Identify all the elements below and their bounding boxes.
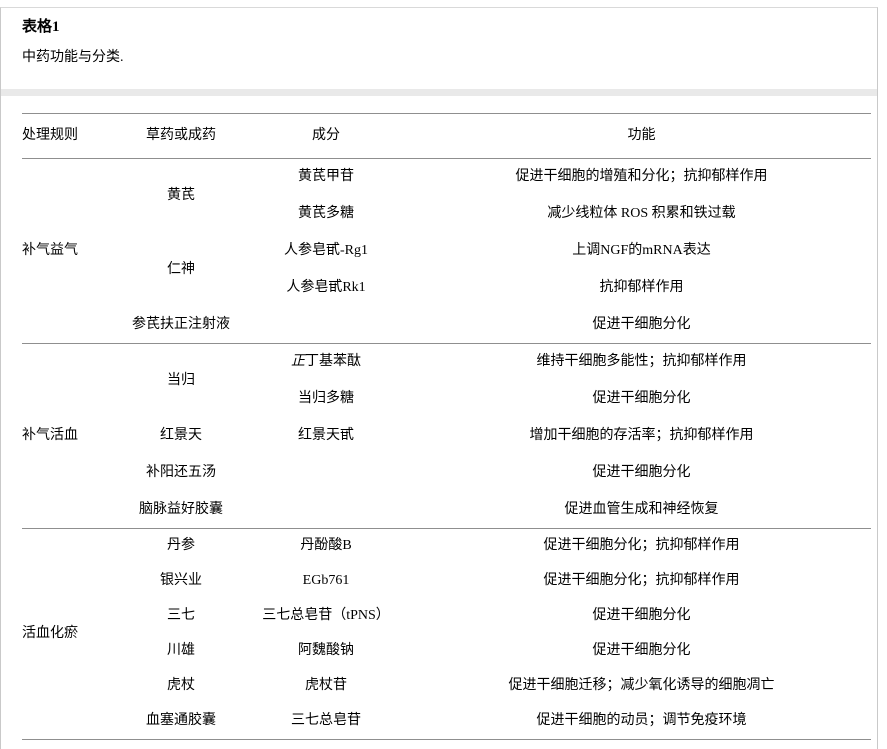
col-header-rule: 处理规则 (22, 114, 122, 159)
herb-cell: 补阳还五汤 (122, 455, 240, 492)
function-cell: 促进干细胞分化；抗抑郁样作用 (412, 564, 871, 599)
table-row: 三七 三七总皂苷（tPNS） 促进干细胞分化 (22, 599, 871, 634)
rule-cell: 补气益气 (22, 159, 122, 344)
function-cell: 促进干细胞迁移；减少氧化诱导的细胞凋亡 (412, 669, 871, 704)
component-cell: 黄芪甲苷 (240, 159, 412, 196)
component-cell: 人参皂甙-Rg1 (240, 233, 412, 270)
herb-cell: 虎杖 (122, 669, 240, 704)
function-cell: 促进干细胞的动员；调节免疫环境 (412, 704, 871, 739)
function-cell: 促进干细胞分化 (412, 381, 871, 418)
section-divider-band (1, 89, 877, 96)
herb-cell: 三七 (122, 599, 240, 634)
function-cell: 上调NGF的mRNA表达 (412, 233, 871, 270)
herb-cell: 仁神 (122, 233, 240, 307)
component-cell: 三七总皂苷（tPNS） (240, 599, 412, 634)
herb-cell: 银兴业 (122, 564, 240, 599)
component-cell: 红景天甙 (240, 418, 412, 455)
component-italic-prefix: 正 (291, 354, 305, 369)
function-cell: 促进血管生成和神经恢复 (412, 492, 871, 529)
table-row: 补气活血 当归 正丁基苯酞 维持干细胞多能性；抗抑郁样作用 (22, 344, 871, 381)
component-text: 丁基苯酞 (305, 354, 361, 369)
rule-cell: 补气活血 (22, 344, 122, 529)
component-cell: 黄芪多糖 (240, 196, 412, 233)
herb-cell: 黄芪 (122, 159, 240, 233)
component-cell (240, 492, 412, 529)
table-row: 补气益气 黄芪 黄芪甲苷 促进干细胞的增殖和分化；抗抑郁样作用 (22, 159, 871, 196)
component-cell (240, 455, 412, 492)
component-cell: EGb761 (240, 564, 412, 599)
table-row: 川雄 阿魏酸钠 促进干细胞分化 (22, 634, 871, 669)
herb-cell: 脑脉益好胶囊 (122, 492, 240, 529)
component-cell: 阿魏酸钠 (240, 634, 412, 669)
table-row: 血塞通胶囊 三七总皂苷 促进干细胞的动员；调节免疫环境 (22, 704, 871, 739)
component-cell: 人参皂甙Rk1 (240, 270, 412, 307)
component-cell: 正丁基苯酞 (240, 344, 412, 381)
function-cell: 促进干细胞分化 (412, 307, 871, 344)
herb-cell: 川雄 (122, 634, 240, 669)
component-cell: 当归多糖 (240, 381, 412, 418)
table-row: 脑脉益好胶囊 促进血管生成和神经恢复 (22, 492, 871, 529)
col-header-function: 功能 (412, 114, 871, 159)
component-cell (240, 307, 412, 344)
table-row: 参芪扶正注射液 促进干细胞分化 (22, 307, 871, 344)
herb-cell: 红景天 (122, 418, 240, 455)
function-cell: 促进干细胞分化 (412, 455, 871, 492)
function-cell: 促进干细胞的增殖和分化；抗抑郁样作用 (412, 159, 871, 196)
herb-cell: 丹参 (122, 529, 240, 564)
function-cell: 促进干细胞分化 (412, 599, 871, 634)
table-row: 银兴业 EGb761 促进干细胞分化；抗抑郁样作用 (22, 564, 871, 599)
table-row: 仁神 人参皂甙-Rg1 上调NGF的mRNA表达 (22, 233, 871, 270)
function-cell: 促进干细胞分化；抗抑郁样作用 (412, 529, 871, 564)
function-cell: 减少线粒体 ROS 积累和铁过载 (412, 196, 871, 233)
function-cell: 抗抑郁样作用 (412, 270, 871, 307)
component-cell: 丹酚酸B (240, 529, 412, 564)
function-cell: 维持干细胞多能性；抗抑郁样作用 (412, 344, 871, 381)
table-row: 活血化瘀 丹参 丹酚酸B 促进干细胞分化；抗抑郁样作用 (22, 529, 871, 564)
tcm-table: 处理规则 草药或成药 成分 功能 补气益气 黄芪 黄芪甲苷 促进干细胞的增殖和分… (22, 113, 871, 739)
herb-cell: 参芪扶正注射液 (122, 307, 240, 344)
table-label: 表格1 (22, 18, 60, 36)
function-cell: 增加干细胞的存活率；抗抑郁样作用 (412, 418, 871, 455)
table-caption: 中药功能与分类. (22, 49, 124, 67)
rule-cell: 活血化瘀 (22, 529, 122, 739)
table-row: 补阳还五汤 促进干细胞分化 (22, 455, 871, 492)
header-row: 处理规则 草药或成药 成分 功能 (22, 114, 871, 159)
tcm-function-table: 处理规则 草药或成药 成分 功能 补气益气 黄芪 黄芪甲苷 促进干细胞的增殖和分… (22, 113, 871, 740)
component-cell: 三七总皂苷 (240, 704, 412, 739)
herb-cell: 当归 (122, 344, 240, 418)
component-cell: 虎杖苷 (240, 669, 412, 704)
article-panel: 表格1 中药功能与分类. 处理规则 草药或成药 成分 功能 补气益气 黄芪 黄芪… (0, 7, 878, 749)
table-row: 红景天 红景天甙 增加干细胞的存活率；抗抑郁样作用 (22, 418, 871, 455)
herb-cell: 血塞通胶囊 (122, 704, 240, 739)
col-header-component: 成分 (240, 114, 412, 159)
table-row: 虎杖 虎杖苷 促进干细胞迁移；减少氧化诱导的细胞凋亡 (22, 669, 871, 704)
function-cell: 促进干细胞分化 (412, 634, 871, 669)
col-header-herb: 草药或成药 (122, 114, 240, 159)
